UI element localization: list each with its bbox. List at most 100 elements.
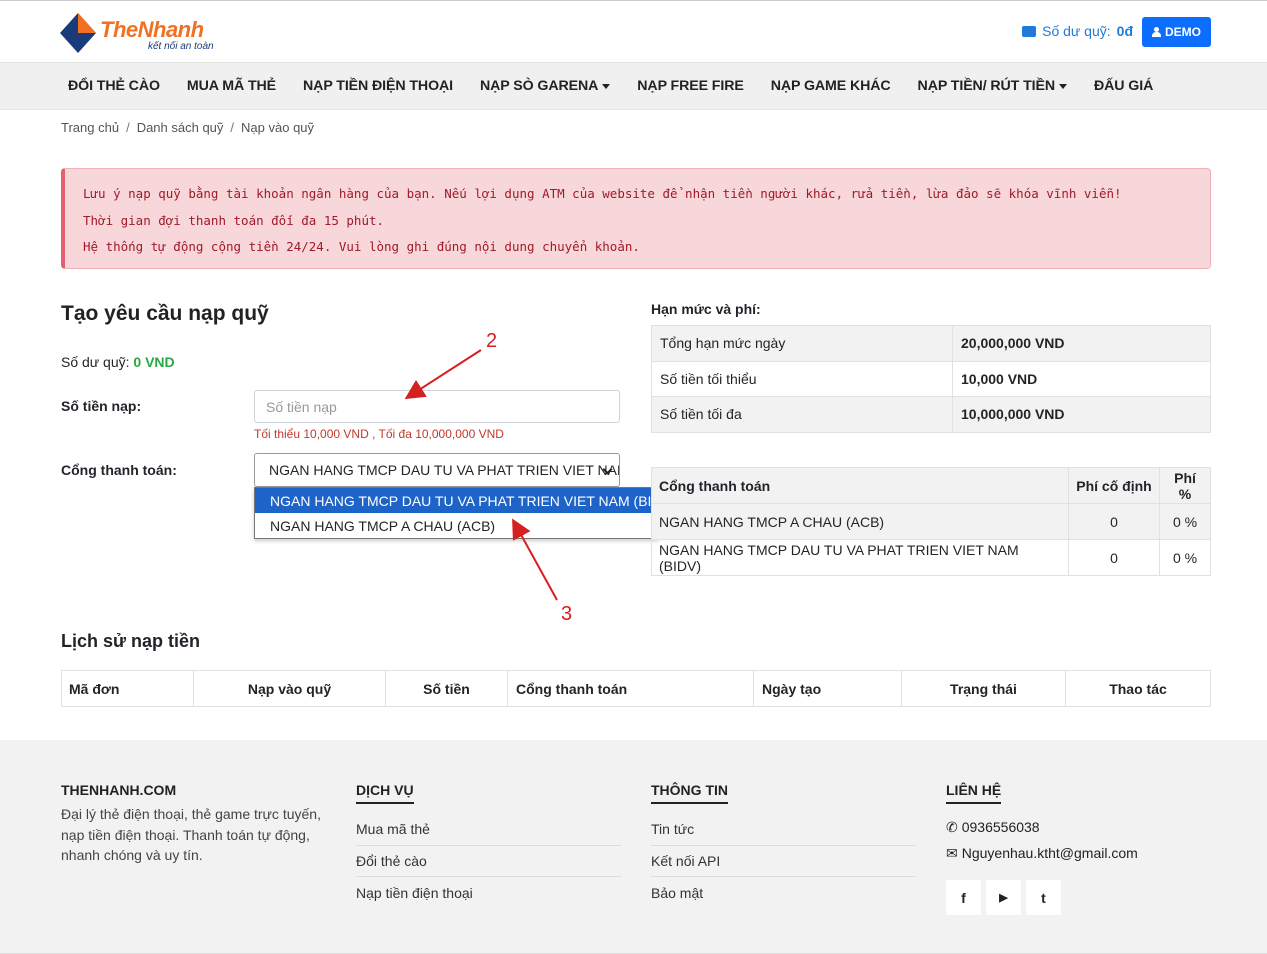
footer-services-title: DỊCH VỤ	[356, 782, 414, 804]
user-account-button[interactable]: DEMO	[1142, 17, 1211, 47]
fees-table: Cổng thanh toán Phí cố định Phí % NGAN H…	[651, 467, 1211, 576]
limit-label: Số tiền tối thiểu	[651, 360, 953, 397]
social-links: f ▶ t	[946, 880, 1138, 915]
footer-link[interactable]: Đổi thẻ cào	[356, 846, 621, 877]
gateway-option-bidv[interactable]: NGAN HANG TMCP DAU TU VA PHAT TRIEN VIET…	[255, 488, 676, 513]
nav-item-nap-so-garena[interactable]: NẠP SÒ GARENA	[480, 78, 611, 94]
limit-value: 10,000 VND	[952, 360, 1211, 397]
table-row: Tổng hạn mức ngày 20,000,000 VND	[651, 325, 1211, 362]
facebook-icon[interactable]: f	[946, 880, 981, 915]
table-row: NGAN HANG TMCP DAU TU VA PHAT TRIEN VIET…	[651, 539, 1211, 576]
fund-balance: Số dư quỹ: 0 VND	[61, 354, 175, 370]
breadcrumb: Trang chủ / Danh sách quỹ / Nạp vào quỹ	[61, 120, 314, 135]
footer-services: DỊCH VỤ Mua mã thẻ Đổi thẻ cào Nạp tiền …	[356, 782, 621, 909]
footer-contact-title: LIÊN HỆ	[946, 782, 1002, 804]
footer-link[interactable]: Mua mã thẻ	[356, 814, 621, 846]
email-text: Nguyenhau.ktht@gmail.com	[961, 845, 1138, 861]
wallet-icon	[1022, 25, 1037, 37]
phone-text: 0936556038	[961, 819, 1040, 835]
annotation-label-3: 3	[561, 603, 573, 625]
fees-cell: 0	[1068, 539, 1160, 576]
fund-balance-label: Số dư quỹ:	[61, 354, 130, 370]
history-header: Trạng thái	[901, 670, 1066, 707]
warning-alert: Lưu ý nạp quỹ bằng tài khoản ngân hàng c…	[61, 168, 1211, 269]
fees-cell: 0	[1068, 503, 1160, 540]
alert-line: Lưu ý nạp quỹ bằng tài khoản ngân hàng c…	[83, 186, 1122, 201]
table-row: NGAN HANG TMCP A CHAU (ACB) 0 0 %	[651, 503, 1211, 540]
fees-cell: NGAN HANG TMCP A CHAU (ACB)	[651, 503, 1069, 540]
fund-balance-value: 0 VND	[133, 354, 175, 370]
fees-header: Cổng thanh toán	[651, 467, 1069, 504]
header-balance-value: 0đ	[1116, 23, 1133, 39]
nav-item-nap-tien-dien-thoai[interactable]: NẠP TIỀN ĐIỆN THOẠI	[303, 78, 453, 94]
main-nav: ĐỔI THẺ CÀO MUA MÃ THẺ NẠP TIỀN ĐIỆN THO…	[0, 62, 1267, 110]
history-header: Mã đơn	[61, 670, 194, 707]
breadcrumb-separator: /	[126, 120, 130, 135]
footer-link[interactable]: Kết nối API	[651, 846, 916, 877]
youtube-icon[interactable]: ▶	[986, 880, 1021, 915]
nav-label: NẠP TIỀN/ RÚT TIỀN	[917, 78, 1056, 94]
header-balance-label: Số dư quỹ:	[1042, 23, 1111, 39]
footer-brand: THENHANH.COM Đại lý thẻ điện thoại, thẻ …	[61, 782, 321, 866]
envelope-icon: ✉	[946, 844, 958, 861]
fees-header: Phí %	[1159, 467, 1211, 504]
amount-label: Số tiền nạp:	[61, 398, 142, 414]
form-title: Tạo yêu cầu nạp quỹ	[61, 302, 269, 325]
site-logo[interactable]: TheNhanh kết nối an toàn	[60, 11, 220, 55]
annotation-label-2: 2	[486, 330, 498, 352]
footer-contact: LIÊN HỆ ✆ 0936556038 ✉ Nguyenhau.ktht@gmai…	[946, 782, 1138, 915]
gateway-dropdown: NGAN HANG TMCP DAU TU VA PHAT TRIEN VIET…	[254, 487, 676, 539]
footer-brand-desc: Đại lý thẻ điện thoại, thẻ game trực tuy…	[61, 806, 321, 863]
caret-down-icon	[1059, 83, 1068, 89]
alert-line: Thời gian đợi thanh toán đối đa 15 phút.	[83, 212, 385, 228]
header-balance[interactable]: Số dư quỹ: 0đ	[1022, 23, 1133, 39]
contact-email[interactable]: ✉ Nguyenhau.ktht@gmail.com	[946, 840, 1138, 866]
logo-tagline: kết nối an toàn	[148, 41, 214, 52]
breadcrumb-current: Nạp vào quỹ	[241, 120, 315, 135]
fees-cell: NGAN HANG TMCP DAU TU VA PHAT TRIEN VIET…	[651, 539, 1069, 576]
nav-label: NẠP GAME KHÁC	[770, 78, 891, 94]
limits-table: Tổng hạn mức ngày 20,000,000 VND Số tiền …	[651, 325, 1211, 433]
nav-item-nap-free-fire[interactable]: NẠP FREE FIRE	[637, 78, 744, 94]
history-table: Mã đơn Nạp vào quỹ Số tiền Cổng thanh to…	[61, 670, 1211, 707]
history-header: Số tiền	[385, 670, 508, 707]
history-header: Nạp vào quỹ	[193, 670, 386, 707]
amount-hint: Tối thiểu 10,000 VND , Tối đa 10,000,000…	[254, 427, 504, 441]
footer-info: THÔNG TIN Tin tức Kết nối API Bảo mật	[651, 782, 916, 909]
breadcrumb-fund-list[interactable]: Danh sách quỹ	[137, 120, 224, 135]
top-header: TheNhanh kết nối an toàn Số dư quỹ: 0đ D…	[0, 0, 1267, 62]
nav-item-mua-ma-the[interactable]: MUA MÃ THẺ	[187, 78, 276, 94]
nav-label: ĐẤU GIÁ	[1094, 78, 1154, 94]
breadcrumb-home[interactable]: Trang chủ	[61, 120, 119, 135]
table-header-row: Cổng thanh toán Phí cố định Phí %	[651, 467, 1211, 504]
footer-link[interactable]: Nạp tiền điện thoại	[356, 877, 621, 909]
gateway-label: Cổng thanh toán:	[61, 462, 177, 478]
limit-label: Số tiền tối đa	[651, 396, 953, 433]
nav-label: MUA MÃ THẺ	[186, 78, 277, 94]
table-row: Số tiền tối đa 10,000,000 VND	[651, 396, 1211, 433]
nav-item-nap-game-khac[interactable]: NẠP GAME KHÁC	[771, 78, 891, 94]
table-row: Số tiền tối thiểu 10,000 VND	[651, 360, 1211, 397]
limit-value: 10,000,000 VND	[952, 396, 1211, 433]
user-icon	[1152, 27, 1161, 37]
contact-phone[interactable]: ✆ 0936556038	[946, 814, 1138, 840]
footer-link[interactable]: Tin tức	[651, 814, 916, 846]
phone-icon: ✆	[946, 818, 958, 835]
nav-label: NẠP SÒ GARENA	[480, 78, 599, 94]
gateway-option-acb[interactable]: NGAN HANG TMCP A CHAU (ACB)	[255, 513, 658, 538]
history-header: Ngày tạo	[753, 670, 902, 707]
gateway-select[interactable]: NGAN HANG TMCP DAU TU VA PHAT TRIEN VIET…	[254, 453, 620, 487]
twitter-icon[interactable]: t	[1026, 880, 1061, 915]
history-title: Lịch sử nạp tiền	[61, 631, 201, 651]
footer-info-title: THÔNG TIN	[651, 782, 728, 804]
fees-cell: 0 %	[1159, 503, 1211, 540]
logo-text: TheNhanh	[100, 17, 204, 42]
fees-header: Phí cố định	[1068, 467, 1160, 504]
amount-input[interactable]: Số tiền nạp	[254, 390, 620, 423]
footer: THENHANH.COM Đại lý thẻ điện thoại, thẻ …	[0, 740, 1267, 954]
logo-diamond-icon	[60, 13, 96, 53]
nav-item-doi-the-cao[interactable]: ĐỔI THẺ CÀO	[68, 78, 160, 94]
nav-item-nap-rut-tien[interactable]: NẠP TIỀN/ RÚT TIỀN	[917, 78, 1068, 94]
nav-item-dau-gia[interactable]: ĐẤU GIÁ	[1094, 78, 1153, 94]
footer-link[interactable]: Bảo mật	[651, 877, 916, 909]
